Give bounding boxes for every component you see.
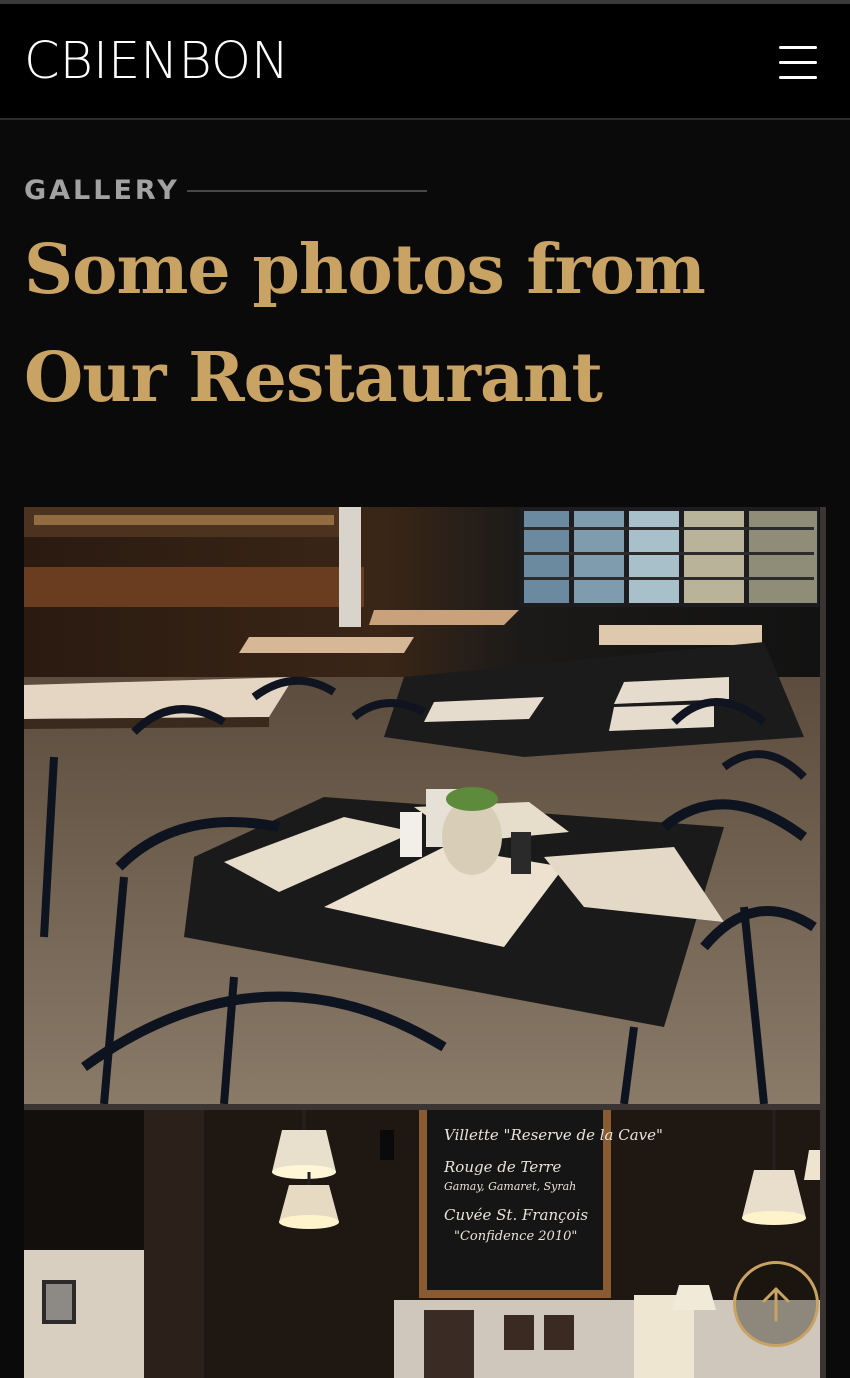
chalkboard-line-5: "Confidence 2010" xyxy=(454,1229,577,1244)
menu-bar xyxy=(779,46,817,49)
scroll-to-top-button[interactable] xyxy=(733,1261,819,1347)
section-label-divider xyxy=(187,190,427,192)
photo-gallery: Villette "Reserve de la Cave" Rouge de T… xyxy=(24,507,826,1378)
arrow-up-icon xyxy=(762,1287,790,1322)
chalkboard-line-1: Villette "Reserve de la Cave" xyxy=(444,1126,663,1144)
menu-bar xyxy=(779,76,817,79)
gallery-photo-interior-lamps[interactable]: Villette "Reserve de la Cave" Rouge de T… xyxy=(24,1110,820,1378)
menu-bar xyxy=(779,61,817,64)
site-header: CBIENBON xyxy=(0,4,850,120)
section-label: GALLERY xyxy=(24,175,180,206)
gallery-title: Some photos from Our Restaurant xyxy=(24,230,706,418)
section-label-row: GALLERY xyxy=(24,174,444,208)
site-logo[interactable]: CBIENBON xyxy=(24,33,289,91)
dining-room-image xyxy=(24,507,820,1104)
gallery-photo-dining-room[interactable] xyxy=(24,507,820,1104)
chalkboard-line-3: Gamay, Gamaret, Syrah xyxy=(444,1180,576,1193)
chalkboard-line-4: Cuvée St. François xyxy=(444,1206,588,1224)
hamburger-menu-icon[interactable] xyxy=(772,40,824,86)
chalkboard-line-2: Rouge de Terre xyxy=(443,1158,562,1176)
interior-lamps-image: Villette "Reserve de la Cave" Rouge de T… xyxy=(24,1110,820,1378)
